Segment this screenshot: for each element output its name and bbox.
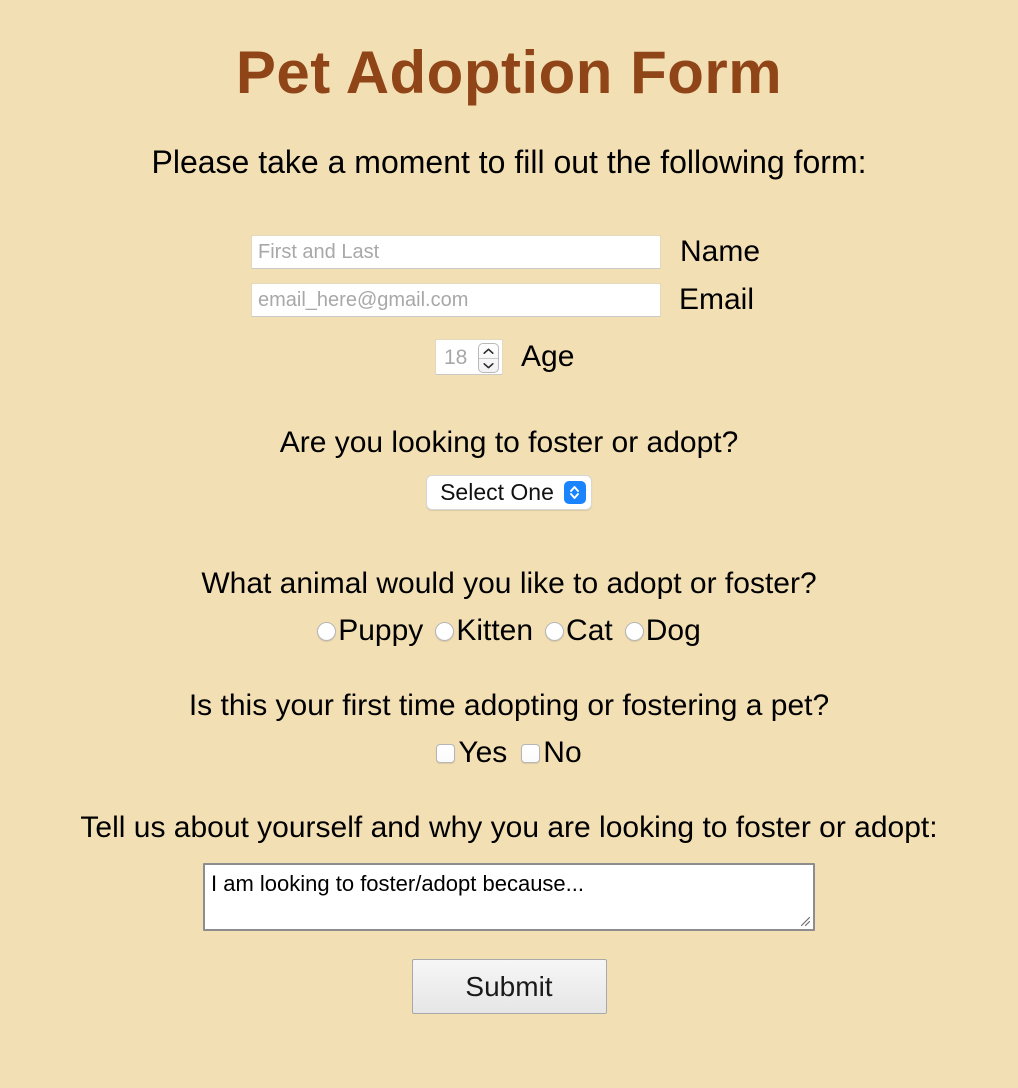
animal-choice-radio-group: Puppy Kitten Cat Dog xyxy=(0,616,1018,646)
age-decrement-button[interactable] xyxy=(479,359,498,373)
age-increment-button[interactable] xyxy=(479,344,498,359)
checkbox-icon[interactable] xyxy=(521,743,541,763)
chevron-up-icon xyxy=(483,348,494,354)
name-field-row: Name xyxy=(0,235,1018,270)
radio-option-cat[interactable]: Cat xyxy=(545,616,613,646)
radio-label-cat: Cat xyxy=(566,614,613,648)
first-time-checkbox-group: Yes No xyxy=(0,738,1018,768)
name-label: Name xyxy=(680,235,761,269)
animal-choice-question: What animal would you like to adopt or f… xyxy=(201,567,817,601)
about-you-textarea-wrap: I am looking to foster/adopt because... xyxy=(0,863,1018,932)
radio-icon[interactable] xyxy=(545,621,565,641)
age-label: Age xyxy=(521,340,575,374)
submit-wrap: Submit xyxy=(0,959,1018,1015)
resize-grip-icon[interactable] xyxy=(797,913,811,927)
checkbox-icon[interactable] xyxy=(436,743,456,763)
radio-label-kitten: Kitten xyxy=(456,614,534,648)
age-stepper[interactable] xyxy=(478,343,499,374)
checkbox-option-no[interactable]: No xyxy=(521,736,582,770)
foster-or-adopt-selected-value: Select One xyxy=(440,479,554,506)
radio-icon[interactable] xyxy=(624,621,644,641)
checkbox-label-yes: Yes xyxy=(458,736,508,770)
page-subtitle: Please take a moment to fill out the fol… xyxy=(151,144,867,180)
age-field-row: 18 Age xyxy=(0,339,1018,376)
about-you-textarea[interactable]: I am looking to foster/adopt because... xyxy=(203,863,815,932)
radio-label-puppy: Puppy xyxy=(338,614,424,648)
select-chevrons-icon xyxy=(563,481,586,505)
foster-or-adopt-select[interactable]: Select One xyxy=(426,475,592,511)
age-value: 18 xyxy=(444,345,468,369)
about-you-textarea-value: I am looking to foster/adopt because... xyxy=(211,871,585,897)
email-input[interactable] xyxy=(251,283,661,318)
foster-or-adopt-question: Are you looking to foster or adopt? xyxy=(279,426,739,460)
radio-icon[interactable] xyxy=(435,621,455,641)
name-input[interactable] xyxy=(251,235,661,270)
chevron-down-icon xyxy=(483,363,494,369)
age-input[interactable]: 18 xyxy=(435,339,503,376)
about-you-question: Tell us about yourself and why you are l… xyxy=(80,811,938,845)
radio-label-dog: Dog xyxy=(645,614,701,648)
checkbox-option-yes[interactable]: Yes xyxy=(436,738,507,768)
submit-button[interactable]: Submit xyxy=(411,959,607,1015)
foster-or-adopt-select-wrap: Select One xyxy=(0,475,1018,511)
radio-option-puppy[interactable]: Puppy xyxy=(317,616,423,646)
radio-option-kitten[interactable]: Kitten xyxy=(435,616,533,646)
radio-option-dog[interactable]: Dog xyxy=(624,614,701,648)
first-time-question: Is this your first time adopting or fost… xyxy=(188,689,830,723)
checkbox-label-no: No xyxy=(543,736,582,770)
radio-icon[interactable] xyxy=(317,621,337,641)
email-field-row: Email xyxy=(0,283,1018,318)
pet-adoption-form-page: Pet Adoption Form Please take a moment t… xyxy=(0,0,1018,1088)
page-title: Pet Adoption Form xyxy=(235,39,783,106)
email-label: Email xyxy=(679,283,755,317)
